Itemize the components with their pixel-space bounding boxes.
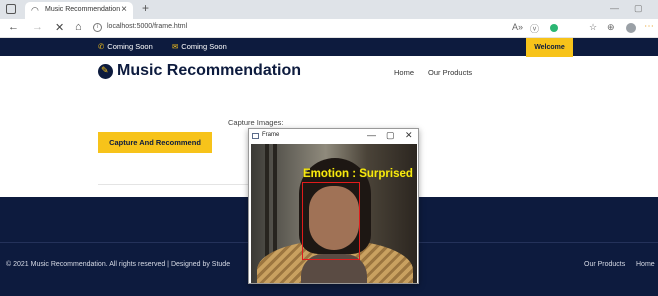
capture-images-label: Capture Images: [228,118,284,127]
favorites-icon[interactable]: ☆ [589,22,597,33]
page: ◠ Music Recommendation × + — ▢ ← → ✕ ⌂ i… [0,0,658,296]
capture-and-recommend-button[interactable]: Capture And Recommend [98,132,212,153]
read-aloud-icon[interactable]: A» [512,22,523,32]
email-icon: ✉ [172,42,179,51]
minimize-window-icon[interactable]: — [610,3,619,13]
frame-minimize-icon[interactable]: — [367,130,376,140]
home-icon[interactable]: ⌂ [75,21,82,33]
frame-app-icon [252,133,259,139]
brand-logo[interactable]: ✎ [98,64,113,79]
browser-menu-icon[interactable]: ⋯ [644,21,654,32]
email-text: Coming Soon [181,42,227,51]
frame-close-icon[interactable]: ✕ [405,130,413,141]
browser-tab-strip: ◠ Music Recommendation × + — ▢ [0,0,658,19]
collections-icon[interactable]: ⊕ [607,22,615,33]
copyright-text: © 2021 Music Recommendation. All rights … [6,261,231,268]
frame-maximize-icon[interactable]: ▢ [386,130,395,141]
frame-title: Frame [262,132,280,138]
extension-icon[interactable]: ⓥ [530,22,539,35]
webcam-video-feed: Emotion : Surprised [251,144,417,283]
phone-text: Coming Soon [107,42,153,51]
reload-icon[interactable]: ✕ [55,21,64,34]
browser-address-bar: ← → ✕ ⌂ i localhost:5000/frame.html A» ⓥ… [0,19,658,38]
music-note-icon: ✎ [101,65,109,75]
phone-contact: ✆ Coming Soon [98,42,153,51]
new-tab-button[interactable]: + [142,1,149,15]
emotion-label: Emotion : Surprised [303,168,413,180]
frame-titlebar[interactable]: Frame — ▢ ✕ [249,129,418,144]
welcome-button[interactable]: Welcome [526,38,573,57]
footer-products-link[interactable]: Our Products [584,261,625,268]
browser-tab[interactable]: ◠ Music Recommendation × [25,2,133,19]
tab-title: Music Recommendation [45,6,121,13]
window-menu-icon[interactable] [6,4,16,14]
tab-favicon-icon: ◠ [31,5,39,15]
brand-title[interactable]: Music Recommendation [117,62,301,80]
nav-home-link[interactable]: Home [394,68,414,77]
extension-status-icon[interactable] [550,24,558,32]
forward-icon[interactable]: → [32,21,43,33]
url-field[interactable]: localhost:5000/frame.html [107,23,187,30]
profile-avatar[interactable] [626,23,636,33]
site-info-icon[interactable]: i [93,23,102,32]
phone-icon: ✆ [98,42,105,51]
camera-frame-window[interactable]: Frame — ▢ ✕ Emotion : Surprised [248,128,419,284]
tab-close-icon[interactable]: × [121,4,127,15]
nav-products-link[interactable]: Our Products [428,68,472,77]
face-detection-box [302,182,360,260]
email-contact: ✉ Coming Soon [172,42,227,51]
back-icon[interactable]: ← [8,21,19,33]
section-divider [98,184,248,185]
footer-home-link[interactable]: Home [636,261,655,268]
maximize-window-icon[interactable]: ▢ [634,3,643,14]
